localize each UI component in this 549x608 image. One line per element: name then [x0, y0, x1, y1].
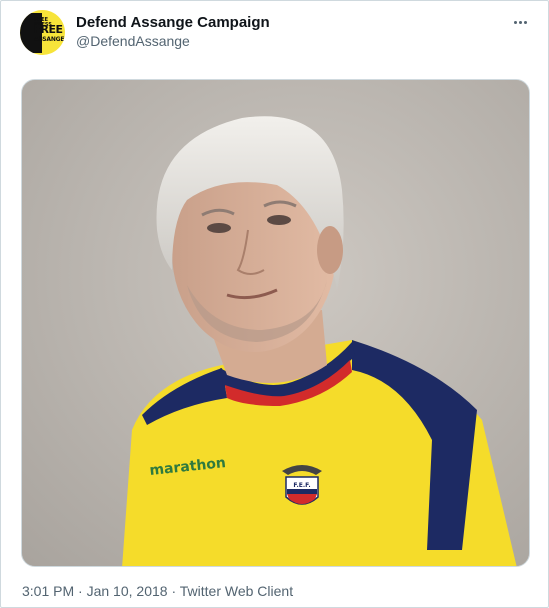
jersey-crest: F.E.F. [282, 465, 322, 505]
avatar-text-line3: ASSANGE [34, 36, 65, 43]
tweet-card: FREE PRESS FREE ASSANGE Defend Assange C… [0, 0, 549, 608]
photo-illustration: marathon F.E.F. [22, 80, 529, 566]
meta-separator: · [167, 583, 180, 599]
tweet-client[interactable]: Twitter Web Client [180, 583, 293, 599]
crest-letters: F.E.F. [293, 482, 310, 489]
tweet-meta: 3:01 PM · Jan 10, 2018 · Twitter Web Cli… [22, 583, 293, 599]
more-dot [518, 20, 522, 24]
tweet-time[interactable]: 3:01 PM [22, 583, 74, 599]
avatar-text-line2: FREE [33, 23, 63, 36]
avatar[interactable]: FREE PRESS FREE ASSANGE [20, 10, 65, 55]
more-dot [523, 20, 527, 24]
tweet-photo[interactable]: marathon F.E.F. [21, 79, 530, 567]
more-dot [513, 20, 517, 24]
user-handle[interactable]: @DefendAssange [76, 33, 190, 49]
meta-separator: · [74, 583, 87, 599]
display-name[interactable]: Defend Assange Campaign [76, 14, 270, 31]
more-horizontal-icon[interactable] [506, 11, 534, 33]
tweet-date[interactable]: Jan 10, 2018 [87, 583, 168, 599]
